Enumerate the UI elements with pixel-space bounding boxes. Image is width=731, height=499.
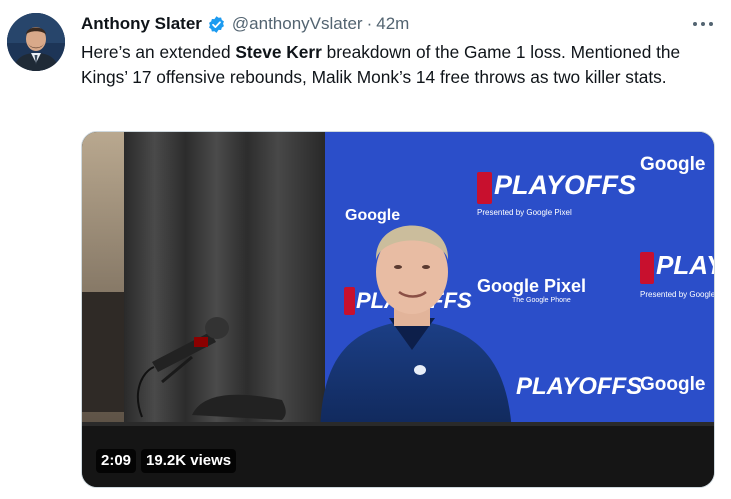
playoffs-logo-bottom: PLAYOFFS [516,373,642,400]
tweet-text: Here’s an extended Steve Kerr breakdown … [81,40,726,90]
tweet-text-bold: Steve Kerr [235,42,322,62]
author-name[interactable]: Anthony Slater [81,14,202,34]
google-logo-top-right: Google [640,154,705,175]
avatar-image [7,13,65,71]
video-frame: PLAYOFFS Presented by Google Pixel Googl… [82,132,715,487]
video-player[interactable]: PLAYOFFS Presented by Google Pixel Googl… [81,131,715,488]
video-views: 19.2K views [141,449,237,473]
author-handle[interactable]: @anthonyVslater [232,14,363,34]
avatar[interactable] [7,13,65,71]
tweet-text-start: Here’s an extended [81,42,236,62]
svg-text:The Google Phone: The Google Phone [512,297,571,304]
google-logo-left: Google [345,207,400,224]
tweet-header: Anthony Slater @anthonyVslater · 42m [81,12,721,36]
video-stats: 2:09 19.2K views [96,449,237,473]
svg-text:PLAYOFFS: PLAYOFFS [494,170,636,200]
svg-text:Presented by Google Pixel: Presented by Google Pixel [477,208,572,217]
google-logo-bottom-right: Google [640,374,705,395]
playoffs-logo-right: PLAYOFFS Presented by Google Pixel [640,250,715,299]
google-pixel-logo: Google Pixel [477,276,586,296]
svg-text:Presented by Google Pixel: Presented by Google Pixel [640,290,715,299]
tweet-time[interactable]: 42m [376,14,409,34]
tweet-card: Anthony Slater @anthonyVslater · 42m Her… [0,0,731,499]
video-duration: 2:09 [96,449,137,473]
more-options-icon[interactable] [693,16,713,32]
verified-badge-icon [208,15,224,33]
svg-text:PLAYOFFS: PLAYOFFS [656,250,715,280]
separator-dot: · [366,14,373,33]
